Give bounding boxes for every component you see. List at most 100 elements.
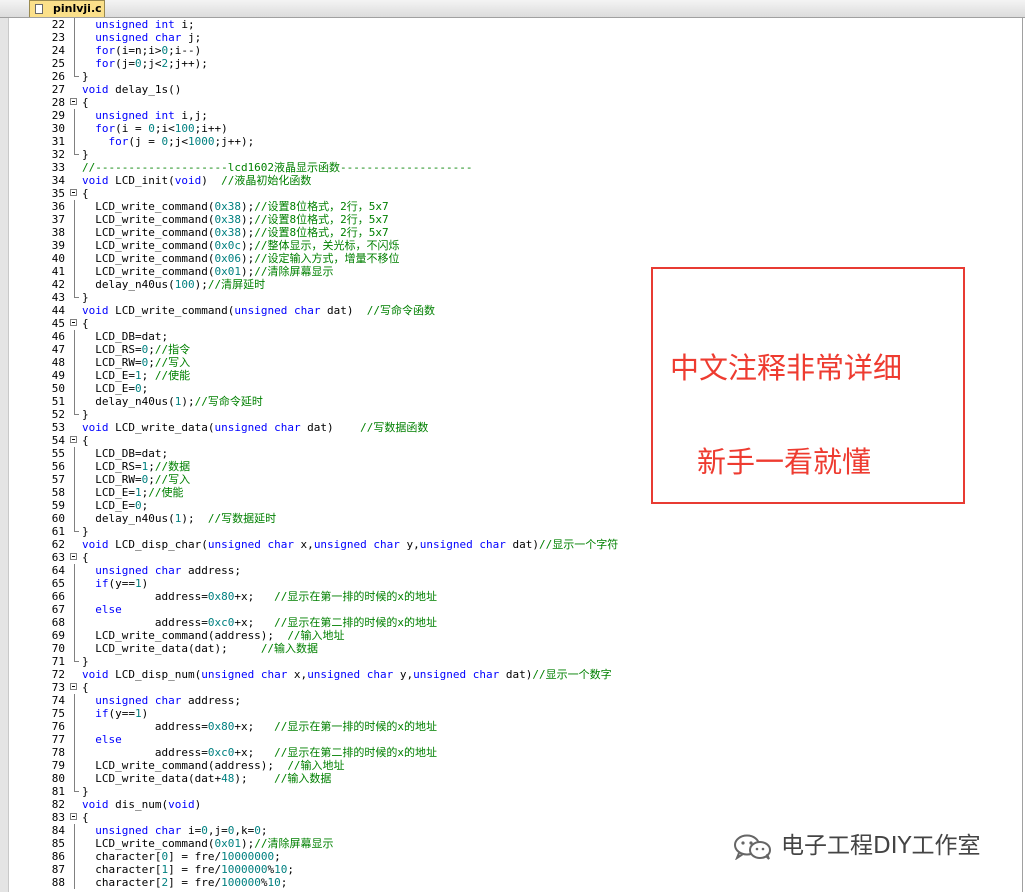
code-line[interactable]: 64 unsigned char address; — [0, 564, 1020, 577]
code-line[interactable]: 61} — [0, 525, 1020, 538]
fold-guide — [69, 252, 81, 265]
fold-toggle-icon[interactable] — [69, 811, 81, 824]
line-number: 78 — [51, 746, 65, 759]
code-line[interactable]: 77 else — [0, 733, 1020, 746]
code-line[interactable]: 40 LCD_write_command(0x06);//设定输入方式，增量不移… — [0, 252, 1020, 265]
fold-toggle-icon[interactable] — [69, 551, 81, 564]
line-number: 60 — [51, 512, 65, 525]
code-token: ;j< — [168, 135, 188, 148]
fold-toggle-icon[interactable] — [69, 434, 81, 447]
code-line[interactable]: 39 LCD_write_command(0x0c);//整体显示，关光标，不闪… — [0, 239, 1020, 252]
code-line[interactable]: 66 address=0x80+x; //显示在第一排的时候的x的地址 — [0, 590, 1020, 603]
number-token: 1 — [134, 486, 142, 499]
line-number: 61 — [51, 525, 65, 538]
code-line[interactable]: 27 void delay_1s() — [0, 83, 1020, 96]
fold-guide — [69, 590, 81, 603]
code-line[interactable]: 68 address=0xc0+x; //显示在第二排的时候的x的地址 — [0, 616, 1020, 629]
code-line[interactable]: 28 { — [0, 96, 1020, 109]
code-token: address= — [82, 590, 208, 603]
code-line[interactable]: 87 character[1] = fre/1000000%10; — [0, 863, 1020, 876]
line-number: 77 — [51, 733, 65, 746]
code-token: LCD_disp_num( — [108, 668, 202, 681]
keyword-token: for — [95, 122, 116, 135]
code-line[interactable]: 26} — [0, 70, 1020, 83]
code-line[interactable]: 60 delay_n40us(1); //写数据延时 — [0, 512, 1020, 525]
code-token: ) — [201, 174, 222, 187]
line-number: 83 — [51, 811, 65, 824]
keyword-token: unsigned char — [307, 668, 394, 681]
code-line[interactable]: 82 void dis_num(void) — [0, 798, 1020, 811]
code-line[interactable]: 83 { — [0, 811, 1020, 824]
code-text: character[0] = fre/10000000; — [82, 850, 280, 863]
number-token: 10000000 — [221, 850, 275, 863]
code-text: unsigned char address; — [82, 694, 241, 707]
keyword-token: unsigned int — [95, 18, 175, 31]
code-line[interactable]: 29 unsigned int i,j; — [0, 109, 1020, 122]
code-token: ); — [234, 772, 275, 785]
code-text: LCD_write_command(0x01);//清除屏幕显示 — [82, 837, 333, 850]
code-token: ); — [240, 239, 255, 252]
code-token: LCD_write_data(dat); — [82, 642, 261, 655]
code-line[interactable]: 69 LCD_write_command(address); //输入地址 — [0, 629, 1020, 642]
code-line[interactable]: 33 //--------------------lcd1602液晶显示函数---… — [0, 161, 1020, 174]
code-line[interactable]: 65 if(y==1) — [0, 577, 1020, 590]
comment-token: //清屏延时 — [207, 278, 266, 291]
code-text: { — [82, 811, 89, 824]
fold-guide — [69, 746, 81, 759]
code-token: ); — [194, 278, 208, 291]
code-line[interactable]: 32} — [0, 148, 1020, 161]
comment-token: //写数据函数 — [360, 421, 429, 434]
code-line[interactable]: 24 for(i=n;i>0;i--) — [0, 44, 1020, 57]
code-line[interactable]: 34 void LCD_init(void) //液晶初始化函数 — [0, 174, 1020, 187]
code-line[interactable]: 80 LCD_write_data(dat+48); //输入数据 — [0, 772, 1020, 785]
line-number: 26 — [51, 70, 65, 83]
code-line[interactable]: 62 void LCD_disp_char(unsigned char x,uns… — [0, 538, 1020, 551]
fold-guide — [69, 499, 81, 512]
code-line[interactable]: 22 unsigned int i; — [0, 18, 1020, 31]
code-line[interactable]: 36 LCD_write_command(0x38);//设置8位格式，2行，5… — [0, 200, 1020, 213]
code-line[interactable]: 81} — [0, 785, 1020, 798]
code-line[interactable]: 75 if(y==1) — [0, 707, 1020, 720]
code-line[interactable]: 23 unsigned char j; — [0, 31, 1020, 44]
code-line[interactable]: 25 for(j=0;j<2;j++); — [0, 57, 1020, 70]
code-line[interactable]: 74 unsigned char address; — [0, 694, 1020, 707]
code-line[interactable]: 72 void LCD_disp_num(unsigned char x,unsi… — [0, 668, 1020, 681]
fold-toggle-icon[interactable] — [69, 187, 81, 200]
code-line[interactable]: 79 LCD_write_command(address); //输入地址 — [0, 759, 1020, 772]
code-line[interactable]: 31 for(j = 0;j<1000;j++); — [0, 135, 1020, 148]
code-line[interactable]: 30 for(i = 0;i<100;i++) — [0, 122, 1020, 135]
number-token: 0xc0 — [207, 616, 235, 629]
code-line[interactable]: 78 address=0xc0+x; //显示在第二排的时候的x的地址 — [0, 746, 1020, 759]
code-text: delay_n40us(100);//清屏延时 — [82, 278, 265, 291]
code-token: +x; — [234, 746, 275, 759]
line-number: 51 — [51, 395, 65, 408]
wechat-logo-icon — [734, 834, 771, 860]
code-text: LCD_write_command(0x0c);//整体显示，关光标，不闪烁 — [82, 239, 399, 252]
code-text: } — [82, 70, 89, 83]
tab-pinlvji-c[interactable]: pinlvji.c — [29, 0, 105, 17]
code-line[interactable]: 63 { — [0, 551, 1020, 564]
code-line[interactable]: 71} — [0, 655, 1020, 668]
code-text: } — [82, 148, 89, 161]
code-line[interactable]: 37 LCD_write_command(0x38);//设置8位格式，2行，5… — [0, 213, 1020, 226]
code-token: LCD_E= — [82, 369, 135, 382]
fold-guide — [69, 148, 81, 161]
fold-guide — [69, 213, 81, 226]
code-line[interactable]: 38 LCD_write_command(0x38);//设置8位格式，2行，5… — [0, 226, 1020, 239]
line-number: 87 — [51, 863, 65, 876]
code-line[interactable]: 88 character[2] = fre/100000%10; — [0, 876, 1020, 889]
code-line[interactable]: 76 address=0x80+x; //显示在第一排的时候的x的地址 — [0, 720, 1020, 733]
fold-toggle-icon[interactable] — [69, 96, 81, 109]
line-number: 23 — [51, 31, 65, 44]
number-token: 0 — [134, 382, 142, 395]
code-token: delay_n40us( — [82, 512, 175, 525]
fold-toggle-icon[interactable] — [69, 317, 81, 330]
code-token: LCD_RS= — [82, 460, 142, 473]
code-line[interactable]: 67 else — [0, 603, 1020, 616]
number-token: 0x38 — [214, 200, 241, 213]
code-line[interactable]: 35 { — [0, 187, 1020, 200]
fold-toggle-icon[interactable] — [69, 681, 81, 694]
keyword-token: unsigned char — [95, 824, 182, 837]
code-line[interactable]: 73 { — [0, 681, 1020, 694]
code-line[interactable]: 70 LCD_write_data(dat); //输入数据 — [0, 642, 1020, 655]
